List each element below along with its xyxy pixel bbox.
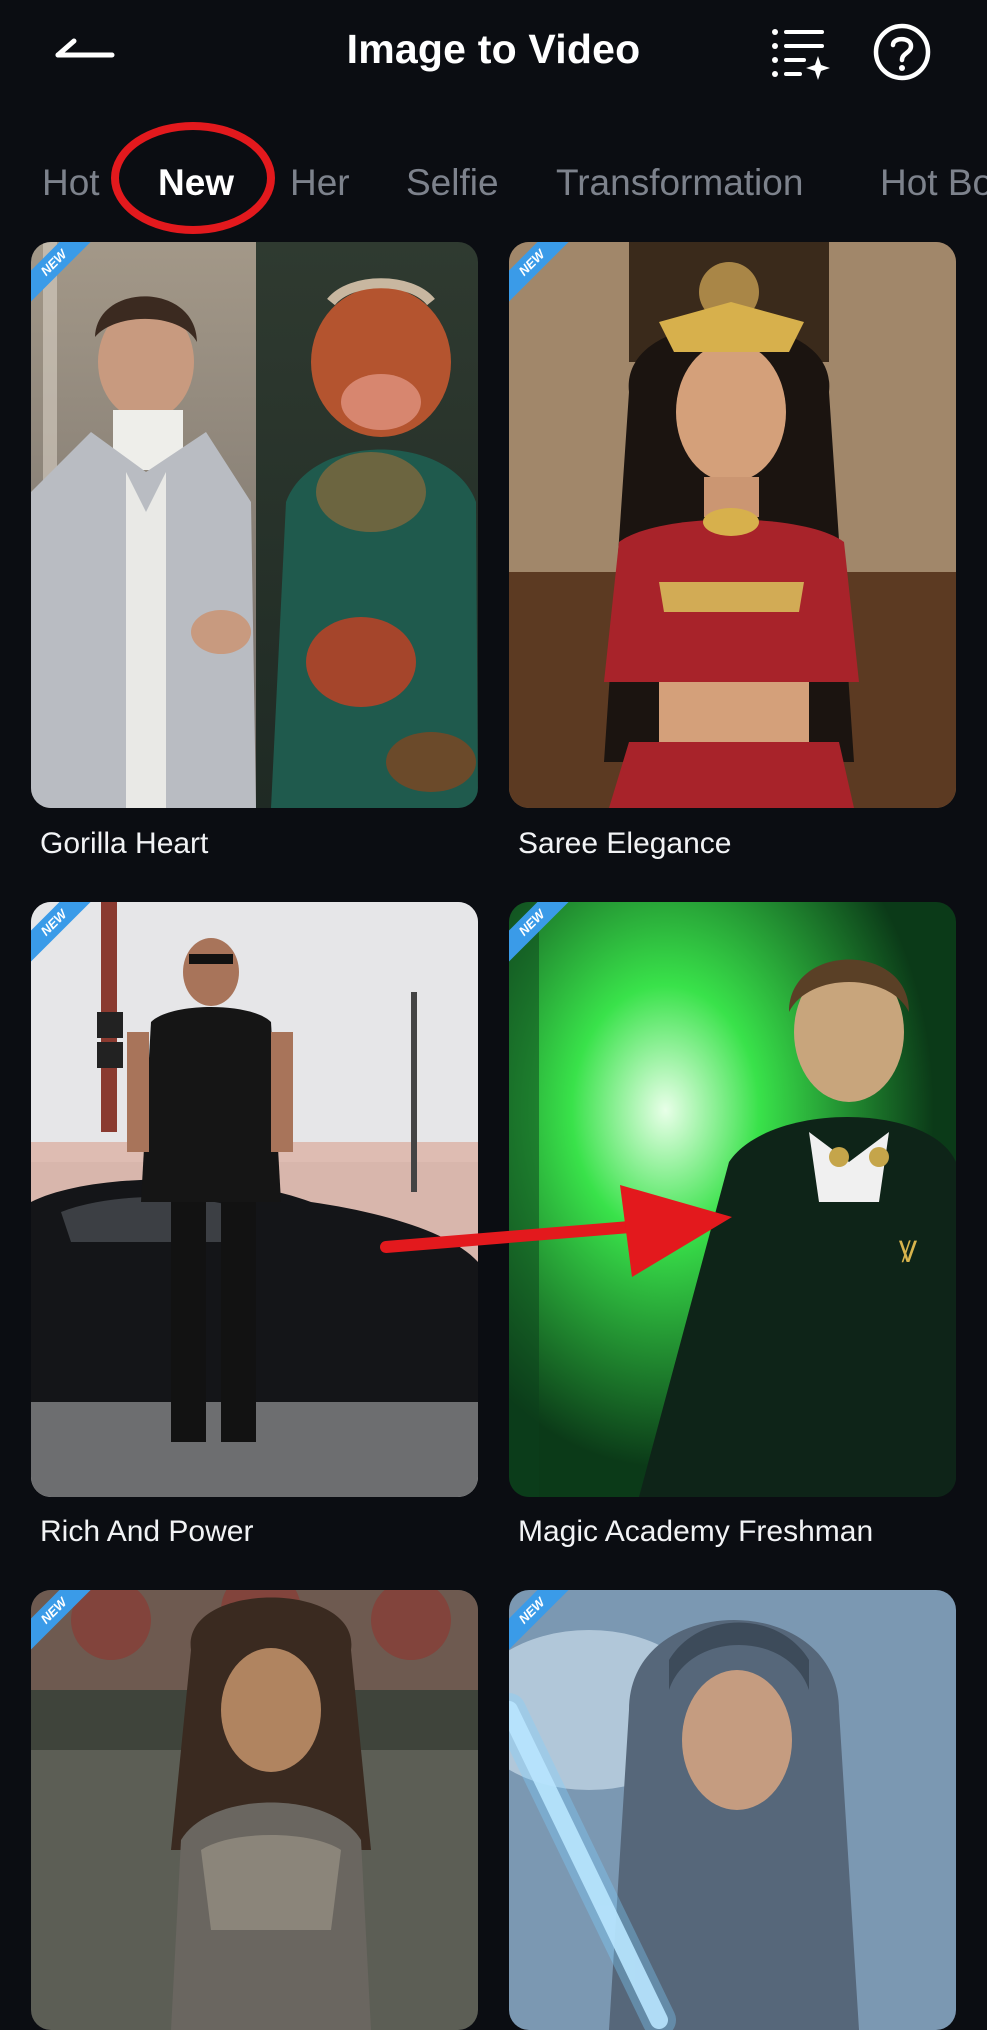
template-card-saree-elegance[interactable]: NEW Saree Elegance bbox=[509, 242, 956, 867]
new-badge: NEW bbox=[31, 242, 91, 302]
top-app-bar: Image to Video bbox=[0, 0, 987, 110]
template-thumbnail bbox=[31, 1590, 478, 2030]
template-title: Gorilla Heart bbox=[40, 827, 209, 860]
new-badge: NEW bbox=[509, 242, 569, 302]
history-list-button[interactable] bbox=[770, 22, 832, 82]
template-card-hooded-saber[interactable]: NEW bbox=[509, 1590, 956, 2030]
new-badge: NEW bbox=[31, 902, 91, 962]
new-badge: NEW bbox=[31, 1590, 91, 1650]
template-thumbnail bbox=[509, 1590, 956, 2030]
tab-transformation[interactable]: Transformation bbox=[556, 162, 803, 204]
question-mark-icon bbox=[873, 23, 931, 81]
tab-hot-body[interactable]: Hot Bo bbox=[880, 162, 987, 204]
tab-her[interactable]: Her bbox=[290, 162, 350, 204]
template-thumbnail bbox=[31, 242, 478, 808]
template-title: Magic Academy Freshman bbox=[518, 1515, 874, 1548]
template-card-gorilla-heart[interactable]: NEW Gorilla Heart bbox=[31, 242, 478, 867]
svg-text:Ꝟ: Ꝟ bbox=[899, 1235, 917, 1270]
tab-hot[interactable]: Hot bbox=[42, 162, 100, 204]
page-title: Image to Video bbox=[346, 26, 641, 72]
template-title: Saree Elegance bbox=[518, 827, 732, 860]
new-badge: NEW bbox=[509, 902, 569, 962]
help-button[interactable] bbox=[872, 22, 932, 82]
annotation-circle bbox=[111, 122, 275, 234]
tab-selfie[interactable]: Selfie bbox=[406, 162, 499, 204]
template-card-warrior[interactable]: NEW bbox=[31, 1590, 478, 2030]
template-title: Rich And Power bbox=[40, 1515, 254, 1548]
new-badge: NEW bbox=[509, 1590, 569, 1650]
template-thumbnail bbox=[509, 242, 956, 808]
annotation-arrow-icon bbox=[380, 1185, 732, 1277]
sparkle-list-icon bbox=[772, 29, 830, 80]
